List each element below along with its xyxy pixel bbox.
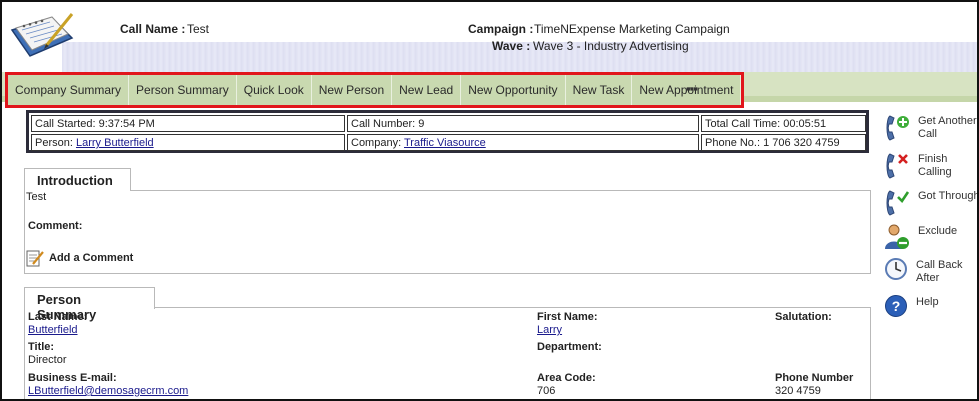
business-email-link[interactable]: LButterfield@demosagecrm.com xyxy=(28,385,188,397)
campaign-label: Campaign : xyxy=(468,22,534,36)
wave-value: Wave 3 - Industry Advertising xyxy=(533,39,689,53)
title-value: Director xyxy=(28,354,67,366)
got-through-label: Got Through xyxy=(918,190,979,202)
first-name-link[interactable]: Larry xyxy=(537,324,562,336)
phone-add-icon xyxy=(886,115,909,141)
call-back-after-button[interactable]: Call Back After xyxy=(884,257,977,285)
first-name-label: First Name: xyxy=(537,311,598,323)
add-comment-button[interactable]: Add a Comment xyxy=(26,249,133,267)
salutation-label: Salutation: xyxy=(775,311,832,323)
notebook-pen-logo-icon xyxy=(10,13,74,57)
call-name-value: Test xyxy=(187,22,210,36)
header: Call Name : Test Campaign : TimeNExpense… xyxy=(2,2,977,72)
company-cell: Company: Traffic Viasource xyxy=(347,134,699,151)
person-summary-divider xyxy=(154,307,871,308)
finish-calling-button[interactable]: Finish Calling xyxy=(884,151,977,181)
area-code-value: 706 xyxy=(537,385,556,397)
tab-new-task[interactable]: New Task xyxy=(565,75,633,105)
exclude-button[interactable]: Exclude xyxy=(884,223,977,251)
person-exclude-icon xyxy=(885,224,909,249)
phone-number-value: 320 4759 xyxy=(775,385,821,397)
person-link[interactable]: Larry Butterfield xyxy=(76,137,154,149)
finish-calling-label: Finish Calling xyxy=(918,153,952,178)
call-info-panel: Call Started: 9:37:54 PM Call Number: 9 … xyxy=(26,110,869,153)
add-comment-label: Add a Comment xyxy=(49,252,134,264)
phone-number: Phone No.: 1 706 320 4759 xyxy=(701,134,866,151)
campaign-value: TimeNExpense Marketing Campaign xyxy=(534,22,730,36)
call-number: Call Number: 9 xyxy=(347,115,699,132)
help-button[interactable]: ? Help xyxy=(884,294,977,318)
total-call-time: Total Call Time: 00:05:51 xyxy=(701,115,866,132)
tab-company-summary[interactable]: Company Summary xyxy=(8,75,130,105)
area-code-label: Area Code: xyxy=(537,372,596,384)
tab-new-lead[interactable]: New Lead xyxy=(392,75,462,105)
tab-quick-look[interactable]: Quick Look xyxy=(236,75,312,105)
help-icon: ? xyxy=(885,295,907,317)
phone-check-icon xyxy=(886,190,910,216)
phone-stop-icon xyxy=(886,153,908,179)
app-window: Call Name : Test Campaign : TimeNExpense… xyxy=(0,0,979,401)
title-label: Title: xyxy=(28,341,55,353)
tab-new-person[interactable]: New Person xyxy=(311,75,393,105)
phone-number-label: Phone Number xyxy=(775,372,854,384)
call-started: Call Started: 9:37:54 PM xyxy=(31,115,345,132)
introduction-tab: Introduction xyxy=(24,168,131,190)
help-label: Help xyxy=(916,296,939,308)
wave-label: Wave : xyxy=(492,39,531,53)
business-email-label: Business E-mail: xyxy=(28,372,117,384)
company-link[interactable]: Traffic Viasource xyxy=(404,137,486,149)
get-another-call-label: Get Another Call xyxy=(918,115,977,140)
person-summary-tab: Person Summary xyxy=(24,287,155,322)
introduction-divider xyxy=(130,190,871,191)
note-edit-icon xyxy=(26,250,44,267)
tab-person-summary[interactable]: Person Summary xyxy=(129,75,237,105)
person-cell: Person: Larry Butterfield xyxy=(31,134,345,151)
get-another-call-button[interactable]: Get Another Call xyxy=(884,113,977,143)
call-name-label: Call Name : xyxy=(120,22,186,36)
svg-text:?: ? xyxy=(892,298,901,314)
clock-icon xyxy=(885,258,907,280)
call-back-after-label: Call Back After xyxy=(916,259,963,284)
comment-label: Comment: xyxy=(28,220,83,232)
exclude-label: Exclude xyxy=(918,225,958,237)
department-label: Department: xyxy=(537,341,602,353)
company-label: Company: xyxy=(351,137,402,149)
person-label: Person: xyxy=(35,137,73,149)
tab-bar: Company Summary Person Summary Quick Loo… xyxy=(5,72,745,108)
more-tabs-button[interactable]: ▪▪▪ xyxy=(686,81,698,96)
introduction-text: Test xyxy=(26,191,47,203)
introduction-panel xyxy=(24,190,871,274)
last-name-label: Last Name: xyxy=(28,311,88,323)
tab-new-opportunity[interactable]: New Opportunity xyxy=(461,75,566,105)
last-name-link[interactable]: Butterfield xyxy=(28,324,78,336)
got-through-button[interactable]: Got Through xyxy=(884,188,979,218)
